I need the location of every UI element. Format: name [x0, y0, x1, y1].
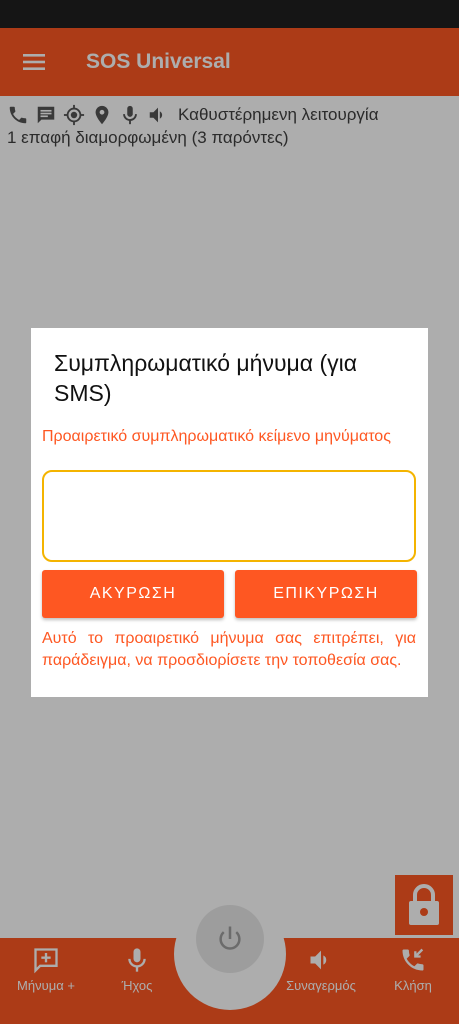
cancel-button[interactable]: ΑΚΥΡΩΣΗ — [42, 570, 224, 618]
supplementary-message-dialog: Συμπληρωματικό μήνυμα (για SMS) Προαιρετ… — [31, 328, 428, 697]
message-field-label: Προαιρετικό συμπληρωματικό κείμενο μηνύμ… — [42, 428, 391, 445]
dialog-title: Συμπληρωματικό μήνυμα (για SMS) — [54, 350, 358, 406]
help-text: Αυτό το προαιρετικό μήνυμα σας επιτρέπει… — [42, 630, 416, 669]
confirm-button[interactable]: ΕΠΙΚΥΡΩΣΗ — [235, 570, 417, 618]
supplementary-message-input[interactable] — [42, 470, 416, 562]
